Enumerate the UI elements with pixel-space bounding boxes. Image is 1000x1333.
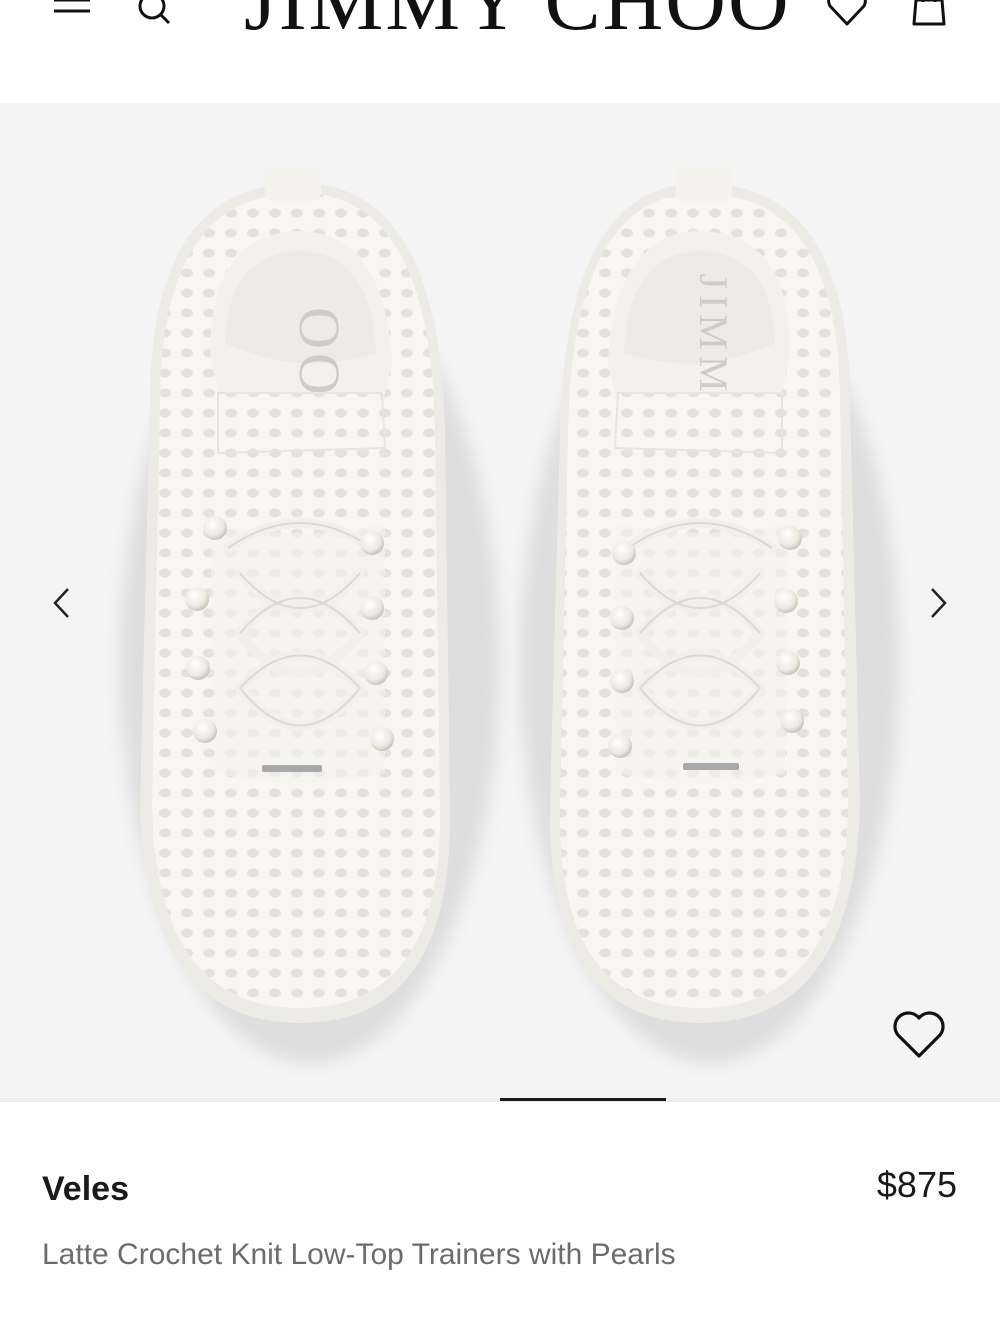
product-image-sneakers: OO JIMMY xyxy=(120,167,900,1063)
product-image-gallery[interactable]: OO JIMMY xyxy=(0,103,1000,1098)
product-name: Veles xyxy=(42,1170,129,1208)
wishlist-heart-icon[interactable] xyxy=(824,0,870,28)
product-price: $875 xyxy=(876,1164,957,1205)
gallery-progress-indicator xyxy=(500,1098,666,1101)
hamburger-menu-icon[interactable] xyxy=(52,0,94,24)
next-image-button[interactable] xyxy=(916,573,960,633)
chevron-left-icon xyxy=(53,588,69,618)
left-sneaker: OO xyxy=(140,167,451,1023)
shopping-bag-icon[interactable] xyxy=(908,0,950,28)
add-to-wishlist-heart-icon[interactable] xyxy=(890,1008,948,1062)
chevron-right-icon xyxy=(931,588,947,618)
product-description: Latte Crochet Knit Low-Top Trainers with… xyxy=(42,1238,676,1271)
right-sneaker: JIMMY xyxy=(549,167,860,1023)
previous-image-button[interactable] xyxy=(40,573,84,633)
svg-text:OO: OO xyxy=(287,307,352,399)
search-icon[interactable] xyxy=(134,0,174,30)
site-header: JIMMY CHOO xyxy=(0,0,1000,103)
brand-logo[interactable]: JIMMY CHOO xyxy=(244,0,789,44)
